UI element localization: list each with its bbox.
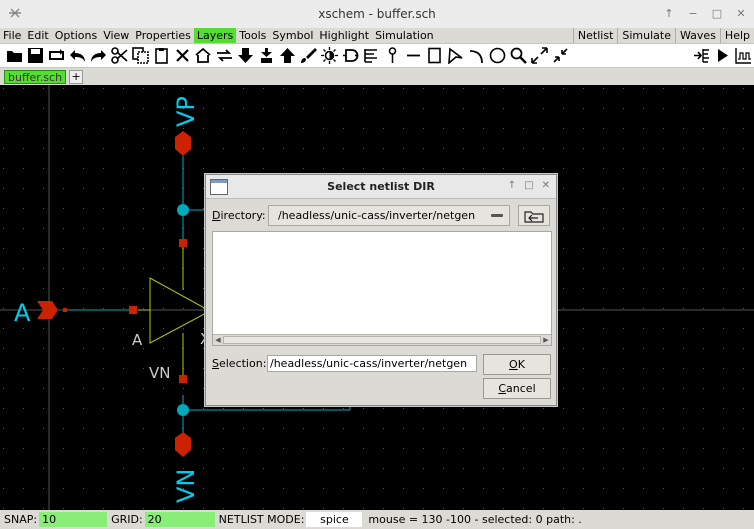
menu-edit[interactable]: Edit bbox=[24, 28, 51, 43]
simulate-play-icon[interactable] bbox=[712, 45, 733, 66]
menu-options[interactable]: Options bbox=[52, 28, 100, 43]
descend-icon[interactable] bbox=[235, 45, 256, 66]
menu-waves[interactable]: Waves bbox=[675, 28, 720, 43]
a-port-label: A bbox=[14, 299, 31, 327]
directory-listbox[interactable]: ◀ ▶ bbox=[212, 231, 552, 346]
junction-dot bbox=[177, 204, 189, 216]
pin-icon[interactable] bbox=[382, 45, 403, 66]
tab-bar: buffer.sch + bbox=[0, 68, 754, 85]
maximize-icon[interactable]: □ bbox=[710, 6, 724, 20]
menu-file[interactable]: File bbox=[0, 28, 24, 43]
grid-label: GRID: bbox=[111, 513, 143, 526]
status-bar: SNAP: 10 GRID: 20 NETLIST MODE: spice mo… bbox=[0, 510, 754, 529]
menu-help[interactable]: Help bbox=[719, 28, 754, 43]
vp-label: VP bbox=[172, 96, 200, 127]
cut-icon[interactable] bbox=[109, 45, 130, 66]
xschem-window: xschem - buffer.sch ↑ − □ ✕ File Edit Op… bbox=[0, 0, 754, 529]
paste-icon[interactable] bbox=[151, 45, 172, 66]
horizontal-scrollbar[interactable]: ◀ ▶ bbox=[213, 334, 551, 345]
undo-icon[interactable] bbox=[67, 45, 88, 66]
shade-icon[interactable]: ↑ bbox=[662, 6, 676, 20]
polygon-icon[interactable] bbox=[445, 45, 466, 66]
push-schematic-icon[interactable] bbox=[193, 45, 214, 66]
selection-label: Selection: bbox=[212, 357, 267, 370]
netlist-mode-value[interactable]: spice bbox=[306, 512, 363, 527]
tab-buffer-sch[interactable]: buffer.sch bbox=[4, 69, 67, 84]
ok-button[interactable]: OK bbox=[483, 354, 551, 375]
pin-vn-label: VN bbox=[149, 364, 170, 382]
ascend-icon[interactable] bbox=[277, 45, 298, 66]
circle-icon[interactable] bbox=[487, 45, 508, 66]
menu-netlist[interactable]: Netlist bbox=[572, 28, 617, 43]
line-icon[interactable] bbox=[403, 45, 424, 66]
descend-symbol-icon[interactable] bbox=[256, 45, 277, 66]
directory-value: /headless/unic-cass/inverter/netgen bbox=[278, 209, 476, 222]
menu-simulate[interactable]: Simulate bbox=[617, 28, 675, 43]
parent-directory-button[interactable] bbox=[518, 205, 550, 226]
netlist-mode-label: NETLIST MODE: bbox=[218, 513, 305, 526]
junction-dot bbox=[177, 404, 189, 416]
reload-icon[interactable] bbox=[46, 45, 67, 66]
pin-a[interactable] bbox=[129, 306, 137, 314]
grid-input[interactable]: 20 bbox=[144, 512, 215, 527]
directory-label: Directory: bbox=[212, 209, 266, 222]
arc-icon[interactable] bbox=[466, 45, 487, 66]
window-controls: ↑ − □ ✕ bbox=[662, 6, 748, 20]
dialog-shade-icon[interactable]: ↑ bbox=[508, 180, 516, 191]
pin-a-label: A bbox=[132, 331, 143, 349]
scroll-left-icon[interactable]: ◀ bbox=[213, 336, 223, 344]
dialog-title-bar: Select netlist DIR ↑ □ ✕ bbox=[206, 175, 556, 199]
menu-view[interactable]: View bbox=[100, 28, 132, 43]
brush-icon[interactable] bbox=[298, 45, 319, 66]
snap-label: SNAP: bbox=[4, 513, 38, 526]
menu-tools[interactable]: Tools bbox=[236, 28, 269, 43]
menu-properties[interactable]: Properties bbox=[132, 28, 194, 43]
select-netlist-dir-dialog: Select netlist DIR ↑ □ ✕ Directory: /hea… bbox=[205, 174, 557, 406]
directory-combobox[interactable]: /headless/unic-cass/inverter/netgen bbox=[268, 205, 510, 226]
menu-simulation[interactable]: Simulation bbox=[372, 28, 437, 43]
dialog-close-icon[interactable]: ✕ bbox=[542, 180, 550, 191]
pin-vp[interactable] bbox=[179, 239, 187, 247]
snap-input[interactable]: 10 bbox=[39, 512, 108, 527]
cancel-button[interactable]: Cancel bbox=[483, 378, 551, 399]
scroll-right-icon[interactable]: ▶ bbox=[541, 336, 551, 344]
combo-dropdown-icon bbox=[491, 214, 503, 217]
vn-bottom-label: VN bbox=[172, 469, 200, 503]
rectangle-icon[interactable] bbox=[424, 45, 445, 66]
pin-vn[interactable] bbox=[179, 375, 187, 383]
dialog-title: Select netlist DIR bbox=[327, 180, 435, 193]
toolbar bbox=[0, 44, 754, 68]
zoom-icon[interactable] bbox=[508, 45, 529, 66]
menu-bar: File Edit Options View Properties Layers… bbox=[0, 28, 754, 44]
waves-icon[interactable] bbox=[733, 45, 754, 66]
delete-icon[interactable] bbox=[172, 45, 193, 66]
copy-icon[interactable] bbox=[130, 45, 151, 66]
open-folder-icon[interactable] bbox=[4, 45, 25, 66]
window-title: xschem - buffer.sch bbox=[318, 7, 436, 21]
insert-symbol-icon[interactable] bbox=[340, 45, 361, 66]
brightness-icon[interactable] bbox=[319, 45, 340, 66]
scrollbar-thumb[interactable] bbox=[223, 336, 541, 344]
add-tab-button[interactable]: + bbox=[69, 69, 84, 84]
save-icon[interactable] bbox=[25, 45, 46, 66]
zoom-in-icon[interactable] bbox=[529, 45, 550, 66]
selection-input[interactable]: /headless/unic-cass/inverter/netgen bbox=[267, 355, 477, 372]
menu-layers[interactable]: Layers bbox=[193, 28, 237, 43]
zoom-full-icon[interactable] bbox=[550, 45, 571, 66]
dialog-window-controls: ↑ □ ✕ bbox=[508, 180, 550, 191]
netlist-list-icon[interactable] bbox=[361, 45, 382, 66]
menu-highlight[interactable]: Highlight bbox=[316, 28, 372, 43]
mouse-info: mouse = 130 -100 - selected: 0 path: . bbox=[368, 513, 582, 526]
folder-up-icon bbox=[524, 210, 544, 223]
netlist-arrow-icon[interactable] bbox=[691, 45, 712, 66]
title-bar: xschem - buffer.sch ↑ − □ ✕ bbox=[0, 0, 754, 28]
minimize-icon[interactable]: − bbox=[686, 6, 700, 20]
menu-symbol[interactable]: Symbol bbox=[269, 28, 316, 43]
close-icon[interactable]: ✕ bbox=[734, 6, 748, 20]
redo-icon[interactable] bbox=[88, 45, 109, 66]
dialog-maximize-icon[interactable]: □ bbox=[524, 180, 533, 191]
pop-schematic-icon[interactable] bbox=[214, 45, 235, 66]
